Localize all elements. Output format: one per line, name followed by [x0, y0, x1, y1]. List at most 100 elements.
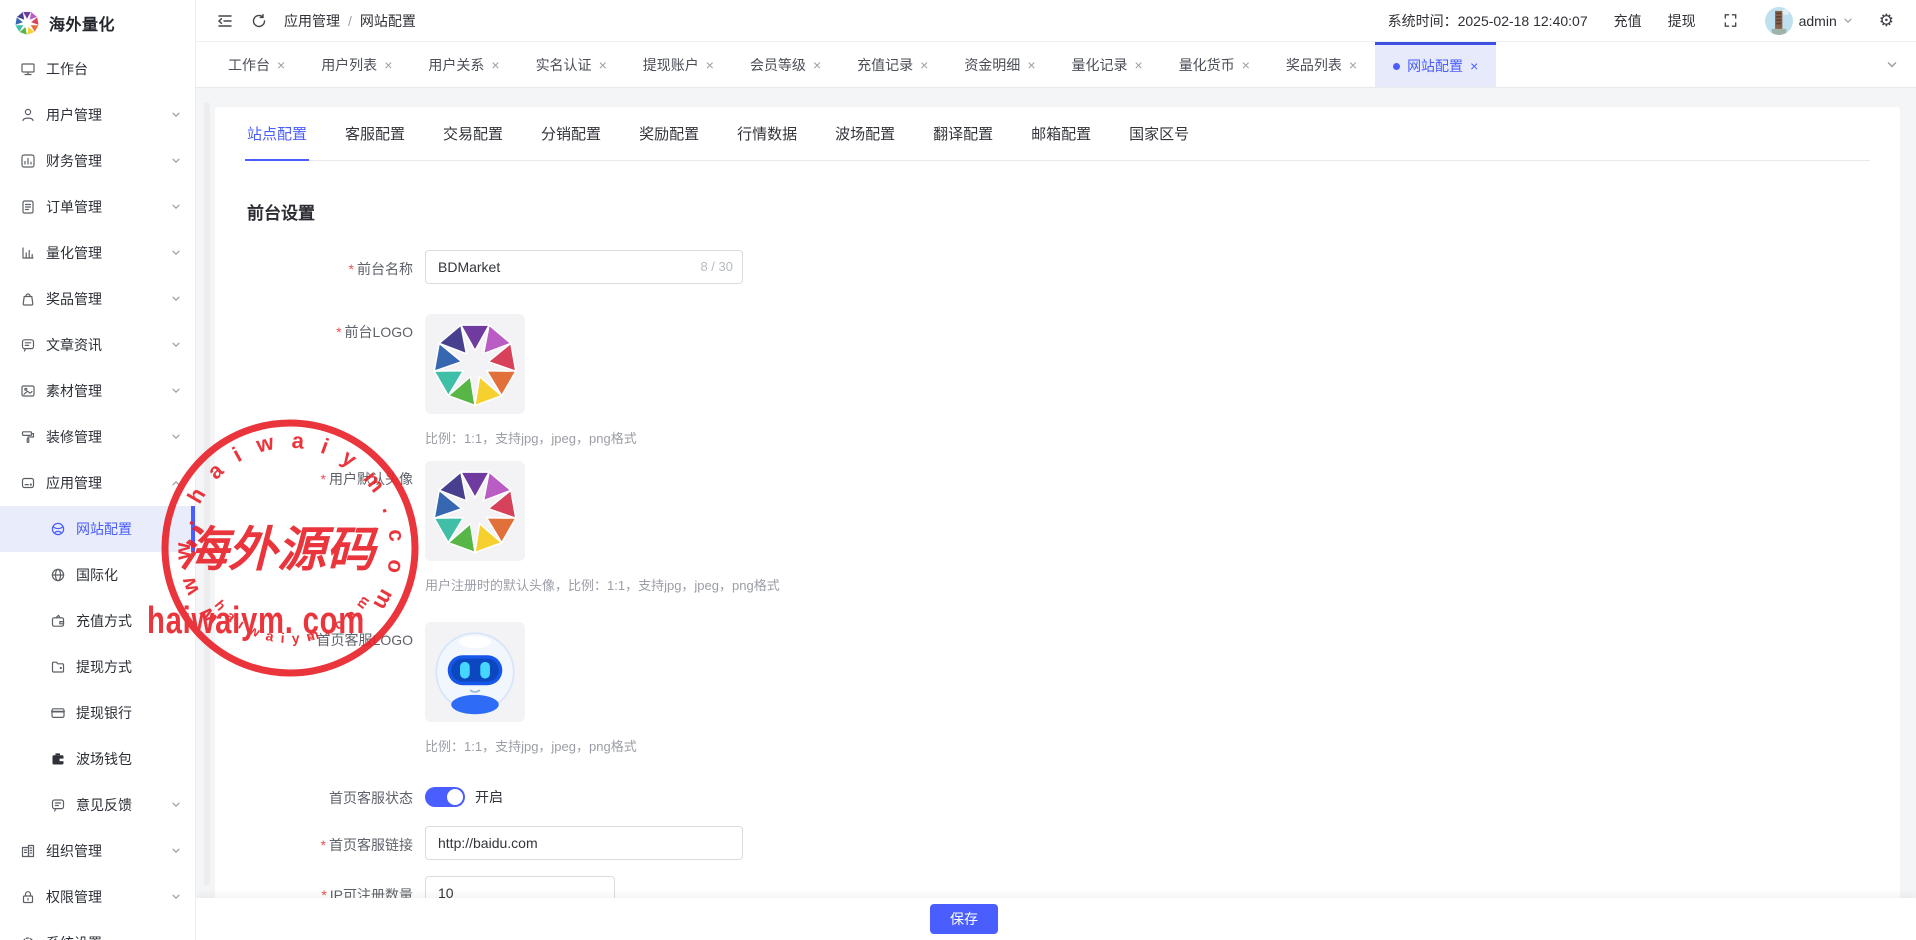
tab-withdraw-accounts[interactable]: 提现账户×: [625, 42, 732, 87]
sidebar-item-withdraw-bank[interactable]: 提现银行: [0, 690, 195, 736]
default-avatar-image: [430, 466, 520, 556]
sidebar-item-withdraw-method[interactable]: 提现方式: [0, 644, 195, 690]
page-tab-strip: 工作台× 用户列表× 用户关系 × 实名认证 × 提现账户× 会员等级× 充值记录×…: [196, 42, 1916, 88]
field-label: *前台名称: [245, 250, 425, 279]
service-logo-upload[interactable]: [425, 622, 525, 722]
tab-label: 实名认证: [536, 55, 592, 75]
close-icon[interactable]: ×: [920, 58, 928, 72]
tab-workbench[interactable]: 工作台×: [210, 42, 303, 87]
sidebar-item-label: 用户管理: [46, 105, 171, 125]
sidebar-item-users[interactable]: 用户管理: [0, 92, 195, 138]
subtab-mail-config[interactable]: 邮箱配置: [1029, 107, 1093, 161]
subtab-country-code[interactable]: 国家区号: [1127, 107, 1191, 161]
sidebar-item-workbench[interactable]: 工作台: [0, 46, 195, 92]
tab-list-dropdown[interactable]: [1868, 42, 1916, 87]
sidebar-item-apps[interactable]: 应用管理: [0, 460, 195, 506]
close-icon[interactable]: ×: [277, 58, 285, 72]
close-icon[interactable]: ×: [706, 58, 714, 72]
close-icon[interactable]: ×: [1349, 58, 1357, 72]
close-icon[interactable]: ×: [599, 58, 607, 72]
subtab-reward-config[interactable]: 奖励配置: [637, 107, 701, 161]
config-subtabs: 站点配置 客服配置 交易配置 分销配置 奖励配置 行情数据 波场配置 翻译配置 …: [245, 107, 1870, 161]
settings-gear-icon[interactable]: ⚙: [1879, 11, 1894, 31]
site-logo-upload[interactable]: [425, 314, 525, 414]
field-label: *前台LOGO: [245, 314, 425, 342]
sidebar-item-articles[interactable]: 文章资讯: [0, 322, 195, 368]
required-asterisk: *: [308, 632, 313, 648]
sidebar-item-label: 网站配置: [76, 519, 181, 539]
main-column: 应用管理 / 网站配置 系统时间：2025-02-18 12:40:07 充值 …: [196, 0, 1916, 940]
withdraw-link[interactable]: 提现: [1668, 11, 1696, 31]
sidebar-item-permissions[interactable]: 权限管理: [0, 874, 195, 920]
close-icon[interactable]: ×: [813, 58, 821, 72]
sidebar-item-recharge-method[interactable]: 充值方式: [0, 598, 195, 644]
user-menu[interactable]: admin: [1765, 7, 1853, 35]
close-icon[interactable]: ×: [384, 58, 392, 72]
close-icon[interactable]: ×: [1470, 59, 1478, 73]
sidebar-item-label: 意见反馈: [76, 795, 171, 815]
sidebar-item-decorate[interactable]: 装修管理: [0, 414, 195, 460]
sidebar-item-label: 财务管理: [46, 151, 171, 171]
sidebar-item-i18n[interactable]: 国际化: [0, 552, 195, 598]
tab-real-name-auth[interactable]: 实名认证 ×: [518, 42, 625, 87]
service-status-toggle[interactable]: [425, 787, 465, 807]
tab-quant-currency[interactable]: 量化货币×: [1161, 42, 1268, 87]
tab-recharge-records[interactable]: 充值记录×: [839, 42, 946, 87]
fullscreen-icon[interactable]: [1722, 12, 1739, 29]
save-button[interactable]: 保存: [930, 904, 998, 934]
sidebar-item-organization[interactable]: 组织管理: [0, 828, 195, 874]
refresh-icon[interactable]: [250, 12, 268, 30]
sidebar-item-label: 波场钱包: [76, 749, 181, 769]
sidebar-item-site-config[interactable]: 网站配置: [0, 506, 195, 552]
site-name-input[interactable]: [425, 250, 743, 284]
avatar: [1765, 7, 1793, 35]
tab-user-relations[interactable]: 用户关系 ×: [410, 42, 517, 87]
tab-quant-records[interactable]: 量化记录×: [1054, 42, 1161, 87]
chevron-down-icon: [171, 110, 181, 120]
subtab-translate-config[interactable]: 翻译配置: [931, 107, 995, 161]
subtab-site-config[interactable]: 站点配置: [245, 107, 309, 161]
globe-icon: [50, 567, 66, 583]
close-icon[interactable]: ×: [1242, 58, 1250, 72]
close-icon[interactable]: ×: [1027, 58, 1035, 72]
service-link-input[interactable]: [425, 826, 743, 860]
sidebar-item-quant[interactable]: 量化管理: [0, 230, 195, 276]
close-icon[interactable]: ×: [491, 58, 499, 72]
default-avatar-upload[interactable]: [425, 461, 525, 561]
subtab-trade-config[interactable]: 交易配置: [441, 107, 505, 161]
tab-site-config-active[interactable]: 网站配置×: [1375, 42, 1496, 87]
breadcrumb-page: 网站配置: [360, 11, 416, 31]
app-card-icon: [20, 475, 36, 491]
chevron-down-icon: [171, 248, 181, 258]
tab-prize-list[interactable]: 奖品列表×: [1268, 42, 1375, 87]
collapse-sidebar-icon[interactable]: [216, 12, 234, 30]
sidebar-item-prize[interactable]: 奖品管理: [0, 276, 195, 322]
section-title: 前台设置: [247, 199, 1870, 224]
sidebar-item-finance[interactable]: 财务管理: [0, 138, 195, 184]
required-asterisk: *: [349, 261, 354, 277]
sidebar-item-material[interactable]: 素材管理: [0, 368, 195, 414]
sidebar-item-tron-wallet[interactable]: 波场钱包: [0, 736, 195, 782]
header-actions: 系统时间：2025-02-18 12:40:07 充值 提现 admin ⚙: [1388, 7, 1894, 35]
sidebar-item-system-settings[interactable]: 系统设置: [0, 920, 195, 940]
sidebar-item-feedback[interactable]: 意见反馈: [0, 782, 195, 828]
chevron-down-icon: [1843, 16, 1853, 26]
recharge-link[interactable]: 充值: [1614, 11, 1642, 31]
subtab-service-config[interactable]: 客服配置: [343, 107, 407, 161]
tab-fund-details[interactable]: 资金明细×: [946, 42, 1053, 87]
close-icon[interactable]: ×: [1135, 58, 1143, 72]
breadcrumb-section[interactable]: 应用管理: [284, 11, 340, 31]
sidebar-item-label: 提现方式: [76, 657, 181, 677]
sidebar-item-orders[interactable]: 订单管理: [0, 184, 195, 230]
subtab-distribution-config[interactable]: 分销配置: [539, 107, 603, 161]
tab-user-list[interactable]: 用户列表×: [303, 42, 410, 87]
chevron-down-icon: [171, 340, 181, 350]
scrollbar-track[interactable]: [204, 102, 210, 886]
tab-label: 用户关系: [428, 55, 484, 75]
tab-member-levels[interactable]: 会员等级×: [732, 42, 839, 87]
default-avatar-row: *用户默认头像 用户注册时的默认头像，比例：1:1，支持jpg，jpeg，png…: [245, 461, 1870, 594]
subtab-market-data[interactable]: 行情数据: [735, 107, 799, 161]
paint-roller-icon: [20, 429, 36, 445]
subtab-tron-config[interactable]: 波场配置: [833, 107, 897, 161]
wallet-arrow-icon: [50, 613, 66, 629]
